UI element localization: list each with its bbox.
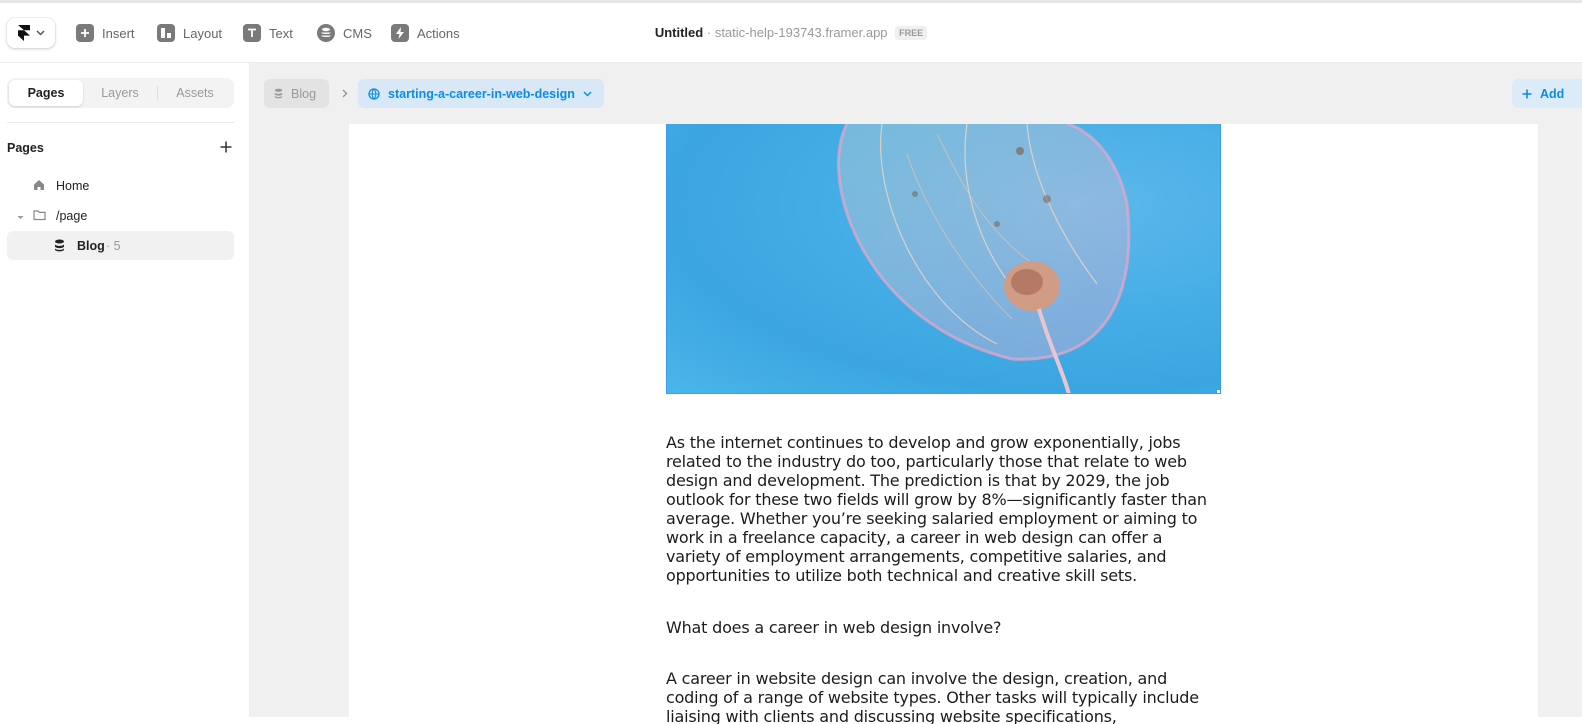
sidebar-tabs: Pages Layers Assets bbox=[7, 78, 234, 108]
canvas-area: Blog starting-a-career-in-web-design Add bbox=[250, 63, 1582, 724]
tab-assets[interactable]: Assets bbox=[158, 80, 232, 106]
left-sidebar: Pages Layers Assets Pages Home /page Blo… bbox=[0, 63, 250, 717]
page-frame[interactable]: As the internet continues to develop and… bbox=[349, 124, 1538, 724]
breadcrumb-slug-dropdown[interactable]: starting-a-career-in-web-design bbox=[358, 79, 604, 108]
plus-icon bbox=[1522, 89, 1532, 98]
article-paragraph[interactable]: A career in website design can involve t… bbox=[666, 669, 1221, 724]
sidebar-item-label: Blog bbox=[77, 238, 105, 253]
article-paragraph[interactable]: As the internet continues to develop and… bbox=[666, 433, 1221, 585]
pages-section-title: Pages bbox=[7, 141, 44, 155]
caret-down-icon[interactable] bbox=[17, 210, 24, 224]
breadcrumb-collection[interactable]: Blog bbox=[264, 79, 330, 108]
document-title[interactable]: Untitled bbox=[655, 25, 703, 40]
top-toolbar: Insert Layout Text CMS Actions Untitled … bbox=[0, 0, 1582, 63]
database-icon bbox=[274, 88, 283, 99]
sidebar-item-label: Home bbox=[56, 178, 90, 193]
add-button-label: Add bbox=[1540, 86, 1565, 101]
tab-pages[interactable]: Pages bbox=[9, 80, 83, 106]
chevron-down-icon bbox=[583, 90, 592, 97]
folder-icon bbox=[33, 209, 46, 224]
resize-handle[interactable] bbox=[1216, 389, 1220, 393]
add-page-button[interactable] bbox=[220, 138, 232, 158]
breadcrumb-collection-label: Blog bbox=[291, 86, 317, 101]
breadcrumb-slug-label: starting-a-career-in-web-design bbox=[388, 86, 575, 101]
chevron-right-icon bbox=[342, 86, 348, 101]
plus-icon bbox=[220, 141, 232, 153]
item-count: · 5 bbox=[106, 238, 121, 253]
document-title-area: Untitled · static-help-193743.framer.app… bbox=[0, 25, 1582, 40]
sidebar-item-page-folder[interactable]: /page bbox=[7, 201, 234, 230]
sidebar-item-label: /page bbox=[56, 208, 88, 223]
home-icon bbox=[33, 179, 45, 194]
plan-badge: FREE bbox=[895, 26, 928, 40]
globe-icon bbox=[368, 87, 380, 100]
add-button[interactable]: Add bbox=[1512, 79, 1582, 108]
sidebar-divider bbox=[7, 122, 234, 123]
title-separator: · bbox=[706, 25, 712, 40]
database-icon bbox=[54, 239, 65, 255]
tab-layers[interactable]: Layers bbox=[83, 80, 157, 106]
hero-image[interactable] bbox=[666, 124, 1221, 394]
hero-image-graphic bbox=[837, 124, 1131, 393]
breadcrumb: Blog starting-a-career-in-web-design bbox=[264, 79, 604, 108]
sidebar-item-home[interactable]: Home bbox=[7, 171, 234, 200]
site-domain[interactable]: static-help-193743.framer.app bbox=[715, 25, 888, 40]
article-heading[interactable]: What does a career in web design involve… bbox=[666, 618, 1221, 637]
sidebar-item-blog[interactable]: Blog · 5 bbox=[7, 231, 234, 260]
